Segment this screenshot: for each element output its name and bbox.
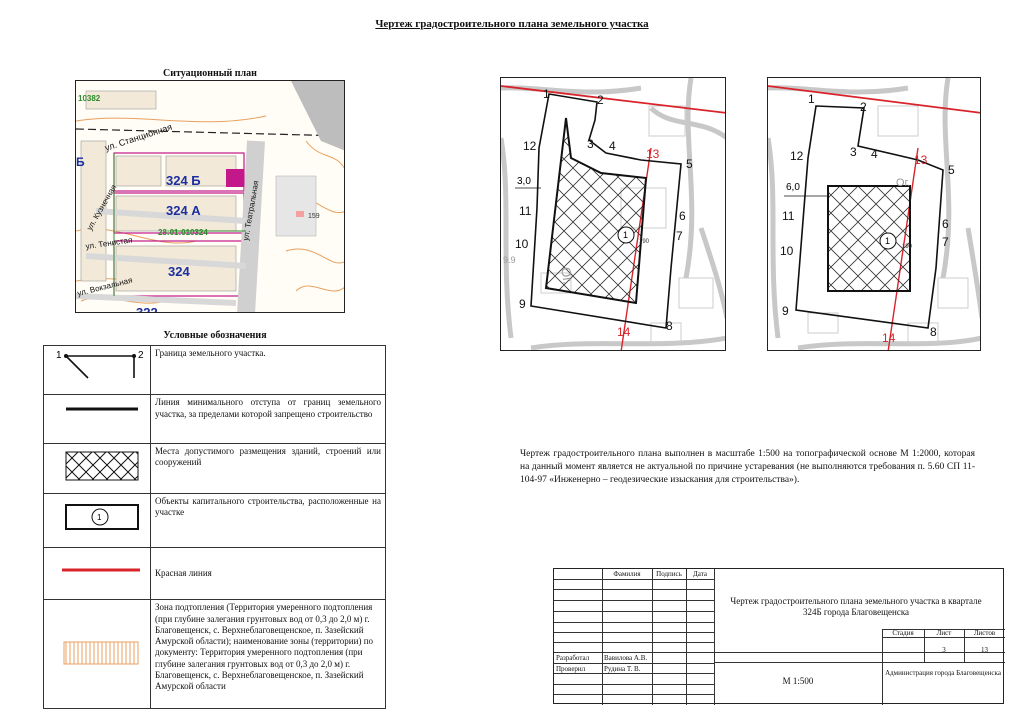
plan-right-point-10: 10 — [780, 244, 794, 258]
hatch-symbol — [43, 442, 151, 494]
legend-text-boundary: Граница земельного участка. — [150, 344, 386, 396]
boundary-symbol: 1 2 — [43, 344, 151, 396]
block-id-label: 10382 — [78, 94, 101, 103]
legend-text-building-zone: Места допустимого размещения зданий, стр… — [150, 442, 386, 494]
plan-left-red-point-13: 13 — [646, 147, 660, 161]
plan-right-svg: 1 Ог. 190 6,0 1 2 3 4 12 5 11 6 10 7 9 8… — [768, 78, 980, 350]
object-symbol: 1 — [43, 492, 151, 549]
stamp-scale: М 1:500 — [782, 676, 814, 686]
plan-left-point-1: 1 — [543, 87, 550, 101]
plan-right-point-5: 5 — [948, 163, 955, 177]
plan-right-point-1: 1 — [808, 92, 815, 106]
legend-row-boundary: 1 2 Граница земельного участка. — [43, 344, 386, 396]
plan-right-point-7: 7 — [942, 235, 949, 249]
stamp-checker-name: Рудина Т. В. — [604, 665, 641, 673]
legend-text-red-line: Красная линия — [150, 546, 386, 601]
boundary-point-1: 1 — [56, 350, 62, 361]
kvartal-b-label: Б — [76, 155, 85, 169]
plan-left-point-6: 6 — [679, 209, 686, 223]
legend-text-flood-zone: Зона подтопления (Территория умеренного … — [150, 599, 386, 709]
plan-right-point-9: 9 — [782, 304, 789, 318]
stamp-sheets-label: Листов — [973, 629, 996, 637]
plan-right-point-11: 11 — [782, 209, 795, 223]
scale-note: Чертеж градостроительного плана выполнен… — [520, 449, 975, 485]
kvartal-322-label: 322 — [136, 305, 158, 313]
stamp-stage-label: Стадия — [892, 629, 914, 637]
setback-line-symbol — [43, 394, 151, 444]
plan-right-map: 1 Ог. 190 6,0 1 2 3 4 12 5 11 6 10 7 9 8… — [767, 77, 981, 351]
legend-table: 1 2 Граница земельного участка. Линия ми… — [43, 344, 386, 709]
plan-left-point-4: 4 — [609, 139, 616, 153]
situational-plan-title: Ситуационный план — [163, 68, 257, 79]
legend-row-setback: Линия минимального отступа от границ зем… — [43, 394, 386, 444]
plan-left-point-11: 11 — [519, 204, 532, 218]
kvartal-324a-label: 324 А — [166, 203, 201, 218]
plan-right-red-point-13: 13 — [914, 153, 928, 167]
plan-left-og-label: Ог. — [558, 266, 576, 285]
plan-right-setback: 6,0 — [786, 182, 800, 193]
stamp-developer-name: Вавилова А.В. — [604, 654, 648, 662]
legend-row-building-zone: Места допустимого размещения зданий, стр… — [43, 442, 386, 494]
house-159-label: 159 — [308, 213, 320, 220]
plan-right-og-label: Ог. — [896, 177, 910, 189]
plan-left-point-12: 12 — [523, 139, 537, 153]
cadastral-label: 28:01:010324 — [158, 228, 208, 237]
legend-title: Условные обозначения — [163, 330, 267, 341]
plan-left-point-3: 3 — [587, 137, 594, 151]
stamp-col-sign: Подпись — [656, 570, 682, 578]
stamp-developer-role: Разработал — [556, 654, 590, 662]
stamp-col-date: Дата — [693, 570, 707, 578]
plan-left-object-number: 1 — [623, 230, 628, 240]
legend-text-objects: Объекты капитального строительства, расп… — [150, 492, 386, 549]
legend-row-objects: 1 Объекты капитального строительства, ра… — [43, 492, 386, 549]
plan-left-map-num: 9.9 — [503, 255, 516, 265]
plan-left-point-8: 8 — [666, 319, 673, 333]
plan-left-svg: 1 Ог. 190 9.9 3,0 1 2 3 4 12 5 11 6 10 7… — [501, 78, 725, 350]
plan-right-red-point-14: 14 — [882, 331, 896, 345]
stamp-document-title: Чертеж градостроительного плана земельно… — [730, 596, 982, 618]
object-symbol-number: 1 — [97, 513, 102, 522]
plan-left-map: 1 Ог. 190 9.9 3,0 1 2 3 4 12 5 11 6 10 7… — [500, 77, 726, 351]
legend-text-setback: Линия минимального отступа от границ зем… — [150, 394, 386, 444]
stamp-organization: Администрация города Благовещенска — [885, 669, 1001, 677]
flood-zone-symbol — [43, 599, 151, 709]
title-block: Фамилия Подпись Дата Чертеж градостроите… — [553, 568, 1005, 705]
situational-map-svg: ул. Станционная ул. Кузнечная ул. Театра… — [76, 81, 344, 313]
plan-right-point-8: 8 — [930, 325, 937, 339]
stamp-checker-role: Проверил — [556, 665, 586, 673]
plan-left-point-9: 9 — [519, 297, 526, 311]
stamp-sheet-value: 3 — [942, 646, 946, 654]
kvartal-324b-label: 324 Б — [166, 173, 201, 188]
legend-row-flood-zone: Зона подтопления (Территория умеренного … — [43, 599, 386, 709]
page-title: Чертеж градостроительного плана земельно… — [375, 18, 649, 30]
red-line-symbol — [43, 546, 151, 601]
stamp-sheets-value: 13 — [981, 646, 988, 654]
stamp-col-surname: Фамилия — [613, 570, 641, 578]
plan-right-point-2: 2 — [860, 100, 867, 114]
plan-left-point-5: 5 — [686, 157, 693, 171]
plan-right-small-num: 190 — [902, 244, 913, 250]
plan-left-point-7: 7 — [676, 229, 683, 243]
situational-plan-map: ул. Станционная ул. Кузнечная ул. Театра… — [75, 80, 345, 313]
plan-right-point-6: 6 — [942, 217, 949, 231]
plan-right-point-3: 3 — [850, 145, 857, 159]
plan-left-small-num: 190 — [639, 239, 650, 245]
kvartal-324-label: 324 — [168, 264, 190, 279]
plan-left-point-2: 2 — [597, 93, 604, 107]
stamp-sheet-label: Лист — [936, 629, 952, 637]
legend-row-red-line: Красная линия — [43, 546, 386, 601]
plan-left-point-10: 10 — [515, 237, 529, 251]
plan-left-red-point-14: 14 — [617, 325, 631, 339]
plan-right-object-number: 1 — [885, 236, 890, 246]
plan-left-setback: 3,0 — [517, 176, 531, 187]
plan-right-point-12: 12 — [790, 149, 804, 163]
plan-right-point-4: 4 — [871, 147, 878, 161]
boundary-point-2: 2 — [138, 350, 144, 361]
